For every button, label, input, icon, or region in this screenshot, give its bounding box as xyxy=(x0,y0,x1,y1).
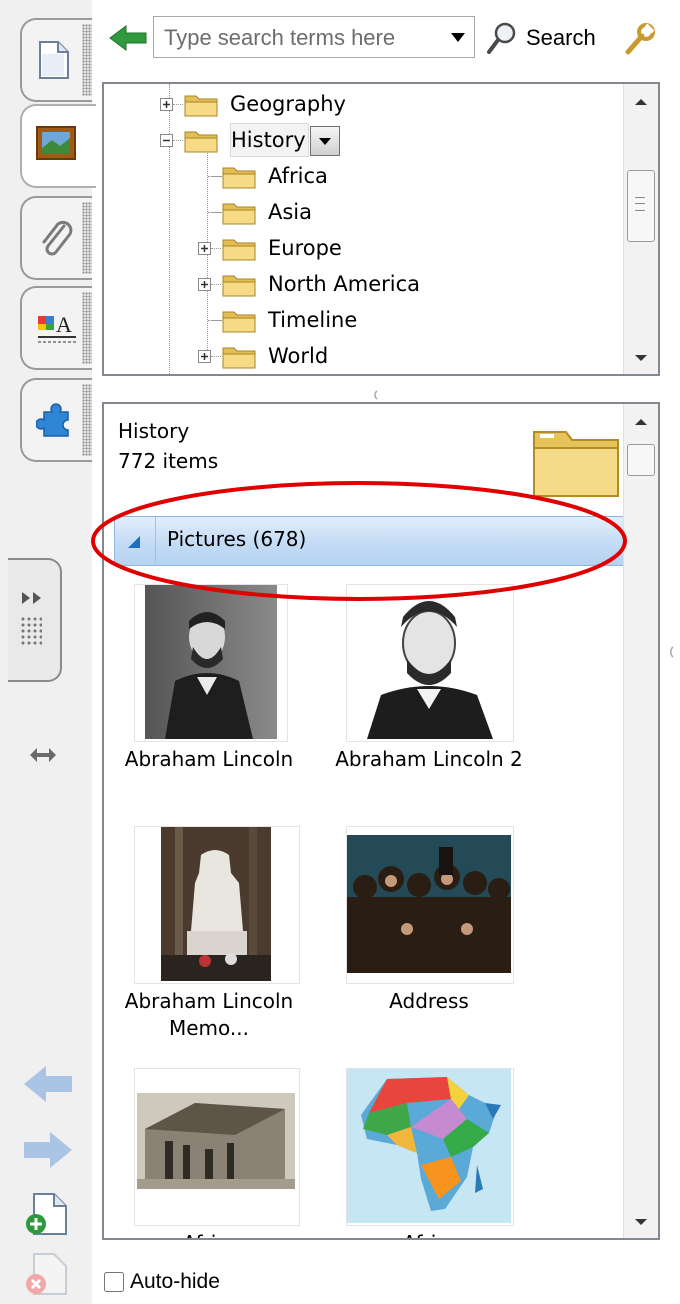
item-count: 772 items xyxy=(118,449,219,473)
tree-scroll-thumb[interactable] xyxy=(627,170,655,242)
expand-plus-icon[interactable] xyxy=(198,242,211,255)
side-splitter-handle[interactable] xyxy=(664,644,676,658)
tree-item-label: Asia xyxy=(268,200,313,224)
splitter-handle[interactable] xyxy=(368,386,380,400)
auto-hide-checkbox[interactable] xyxy=(104,1272,124,1292)
thumbnail-address[interactable] xyxy=(346,826,514,984)
africa-map-image xyxy=(347,1069,511,1223)
tree-item-label: World xyxy=(268,344,329,368)
collapse-handle[interactable] xyxy=(8,558,62,682)
portrait-image xyxy=(347,585,511,739)
double-chevron-right-icon xyxy=(22,592,41,604)
folder-icon xyxy=(222,347,256,369)
tree-item-dropdown-button[interactable] xyxy=(310,126,340,156)
back-arrow-icon[interactable] xyxy=(22,1064,74,1104)
folder-icon xyxy=(222,275,256,297)
village-photo-image xyxy=(135,1069,297,1223)
thumbnail-abraham-lincoln-2[interactable] xyxy=(346,584,514,742)
scroll-down-icon[interactable] xyxy=(634,354,648,362)
tree-item-label: Africa xyxy=(268,164,328,188)
folder-icon xyxy=(184,131,218,153)
expand-plus-icon[interactable] xyxy=(160,98,173,111)
folder-icon xyxy=(222,203,256,225)
paperclip-icon xyxy=(42,220,73,256)
tree-item-label: Timeline xyxy=(268,308,358,332)
add-page-icon[interactable] xyxy=(24,1192,72,1236)
search-button[interactable]: Search xyxy=(486,18,596,58)
thumbnail-label: Abraham Lincoln 2 xyxy=(335,747,523,771)
search-combobox[interactable] xyxy=(153,16,475,59)
back-arrow-icon[interactable] xyxy=(108,24,148,52)
grip-icon xyxy=(20,616,42,646)
category-tree[interactable]: Geography History Africa Asia Europe North Am… xyxy=(102,82,660,376)
thumbnail-label: Abraham Lincoln xyxy=(124,747,294,771)
expand-plus-icon[interactable] xyxy=(198,350,211,363)
tab-properties[interactable]: A xyxy=(20,286,92,370)
folder-icon xyxy=(222,239,256,261)
portrait-image xyxy=(145,585,277,739)
scroll-up-icon[interactable] xyxy=(634,98,648,106)
search-input[interactable] xyxy=(154,17,456,59)
thumbnail-label: Address xyxy=(389,989,469,1013)
thumbnail-label: Afri... xyxy=(114,1230,304,1238)
dropdown-arrow-icon xyxy=(319,138,331,145)
puzzle-icon xyxy=(36,403,69,437)
tree-item-label: Geography xyxy=(230,92,346,116)
memorial-image xyxy=(161,827,271,981)
wrench-icon[interactable] xyxy=(622,22,656,56)
thumbnail-abraham-lincoln-memorial[interactable] xyxy=(134,826,300,984)
auto-hide-option[interactable]: Auto-hide xyxy=(104,1270,220,1294)
scroll-down-icon[interactable] xyxy=(634,1218,648,1226)
results-scroll-thumb[interactable] xyxy=(627,444,655,476)
folder-title: History xyxy=(118,419,190,443)
expand-plus-icon[interactable] xyxy=(198,278,211,291)
thumbnail-africa-2[interactable] xyxy=(346,1068,514,1226)
tab-notebook[interactable] xyxy=(20,18,92,102)
collapse-minus-icon[interactable] xyxy=(160,134,173,147)
thumbnail-abraham-lincoln[interactable] xyxy=(134,584,288,742)
side-tab-strip: A xyxy=(0,0,96,1304)
properties-icon: A xyxy=(38,312,76,343)
folder-icon xyxy=(222,311,256,333)
delete-page-icon[interactable] xyxy=(24,1252,72,1296)
crowd-image xyxy=(347,827,511,981)
tree-item-label: Europe xyxy=(268,236,342,260)
page-icon xyxy=(39,41,69,79)
thumbnail-label: Abraham Lincoln Memo... xyxy=(124,989,294,1040)
svg-text:A: A xyxy=(56,312,72,337)
folder-icon xyxy=(222,167,256,189)
tree-scrollbar[interactable] xyxy=(623,84,658,374)
folder-icon xyxy=(184,95,218,117)
resize-width-icon[interactable] xyxy=(28,746,58,764)
tab-attachments[interactable] xyxy=(20,196,92,280)
tab-addons[interactable] xyxy=(20,378,92,462)
search-button-label: Search xyxy=(526,25,596,50)
magnifier-icon xyxy=(487,22,516,54)
scroll-up-icon[interactable] xyxy=(634,418,648,426)
tree-item-label: North America xyxy=(268,272,421,296)
results-header: History 772 items xyxy=(118,416,218,476)
highlight-ellipse xyxy=(91,481,627,601)
picture-icon xyxy=(36,126,76,160)
thumbnail-africa-1[interactable] xyxy=(134,1068,300,1226)
tree-item-label: History xyxy=(230,123,309,157)
dropdown-arrow-icon[interactable] xyxy=(450,31,466,43)
forward-arrow-icon[interactable] xyxy=(22,1130,74,1170)
tab-gallery[interactable] xyxy=(20,104,96,188)
auto-hide-label: Auto-hide xyxy=(130,1270,220,1293)
thumbnail-label: Afri... xyxy=(334,1230,524,1238)
